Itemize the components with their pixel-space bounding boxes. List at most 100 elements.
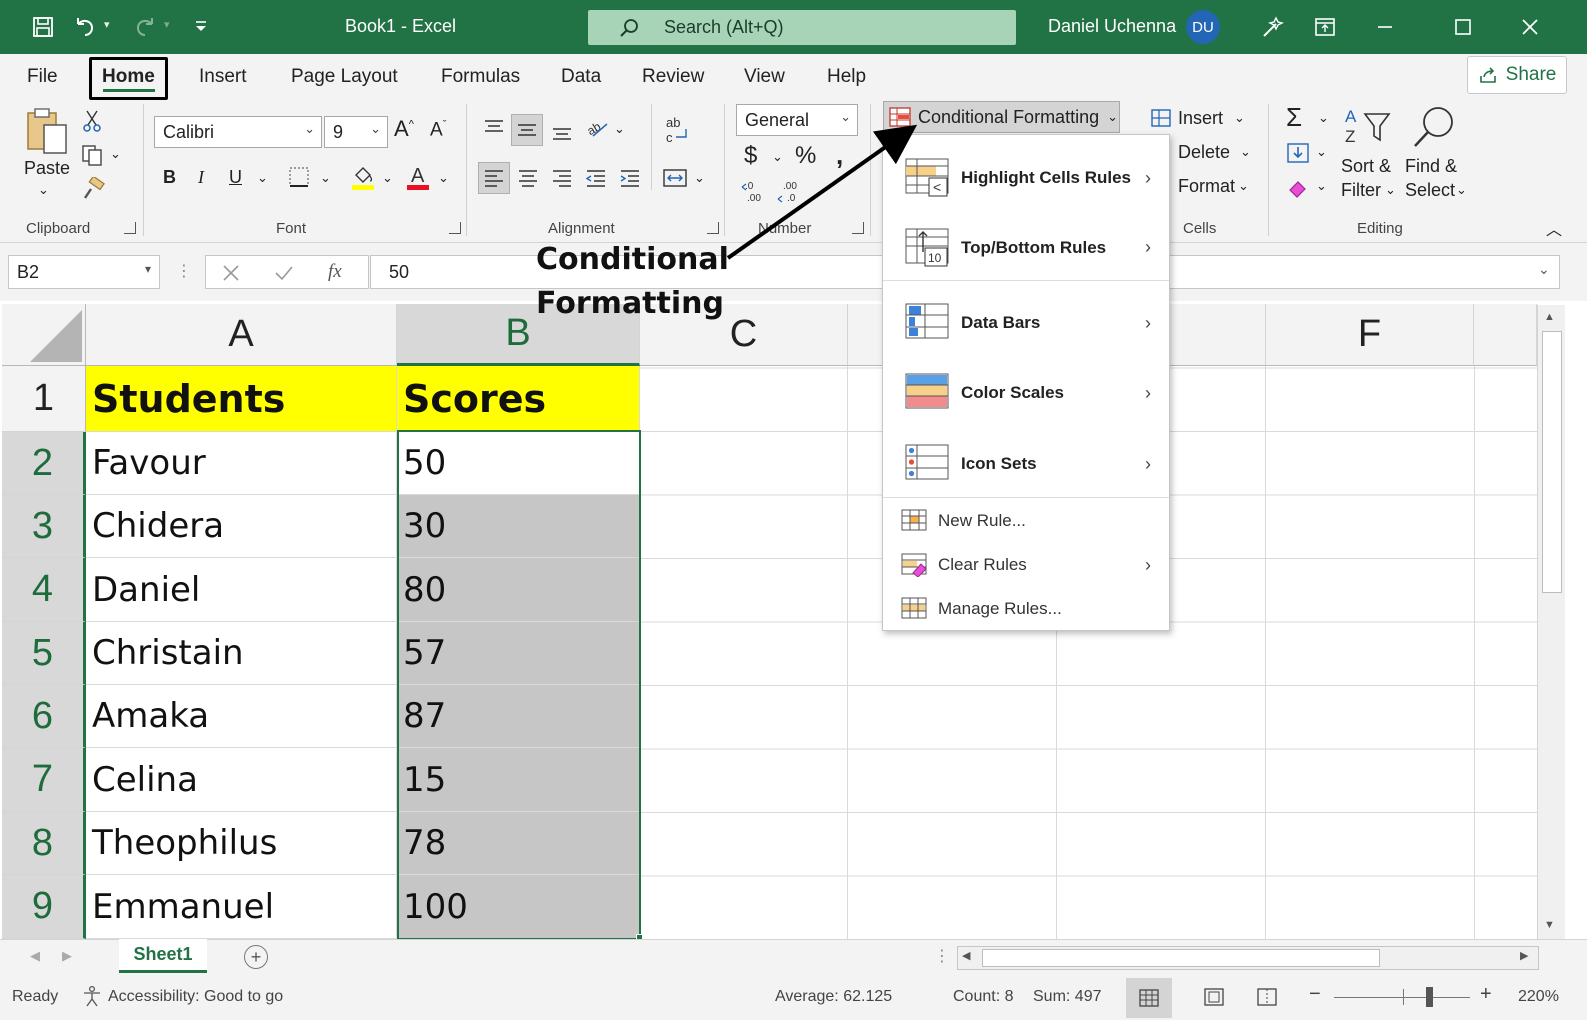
clear-eraser-icon[interactable] bbox=[1285, 174, 1311, 200]
paste-label[interactable]: Paste bbox=[24, 158, 70, 179]
borders-dropdown-icon[interactable]: ⌄ bbox=[320, 170, 331, 186]
format-painter-icon[interactable] bbox=[80, 176, 106, 202]
comma-style-icon[interactable]: , bbox=[836, 140, 843, 171]
decrease-decimal-icon[interactable]: .00.0 bbox=[776, 178, 804, 204]
merge-center-dropdown-icon[interactable]: ⌄ bbox=[694, 170, 705, 186]
page-layout-view-icon[interactable] bbox=[1203, 987, 1225, 1012]
scroll-up-icon[interactable]: ▲ bbox=[1544, 311, 1555, 323]
menu-item-icon-sets[interactable]: Icon Sets › bbox=[883, 431, 1169, 497]
bottom-align-icon[interactable] bbox=[548, 118, 576, 146]
status-count[interactable]: Count: 8 bbox=[953, 988, 1013, 1006]
font-color-icon[interactable]: A bbox=[404, 162, 432, 192]
vertical-scrollbar[interactable]: ▲ ▼ bbox=[1537, 305, 1565, 939]
row-header-6[interactable]: 6 bbox=[2, 685, 86, 748]
underline-icon[interactable]: U bbox=[229, 167, 242, 188]
clipboard-dialog-launcher-icon[interactable] bbox=[124, 222, 136, 234]
row-header-2[interactable]: 2 bbox=[2, 432, 86, 495]
menu-item-manage-rules[interactable]: Manage Rules... bbox=[883, 589, 1169, 629]
scroll-left-icon[interactable]: ◀ bbox=[962, 949, 970, 962]
cell-a9[interactable]: Emmanuel bbox=[86, 875, 397, 939]
tab-data[interactable]: Data bbox=[561, 66, 601, 88]
tab-view[interactable]: View bbox=[744, 66, 785, 88]
ribbon-display-options-icon[interactable] bbox=[1310, 12, 1340, 42]
delete-cells-dropdown-icon[interactable]: ⌄ bbox=[1240, 144, 1251, 160]
redo-dropdown-icon[interactable]: ▾ bbox=[164, 18, 170, 31]
close-icon[interactable] bbox=[1515, 12, 1545, 42]
menu-item-highlight-cells-rules[interactable]: < Highlight Cells Rules › bbox=[883, 147, 1169, 209]
cell-b6[interactable]: 87 bbox=[397, 685, 640, 748]
row-header-1[interactable]: 1 bbox=[2, 366, 86, 432]
status-sum[interactable]: Sum: 497 bbox=[1033, 988, 1101, 1006]
bold-icon[interactable]: B bbox=[163, 167, 176, 188]
scroll-right-icon[interactable]: ▶ bbox=[1520, 949, 1528, 962]
accounting-dropdown-icon[interactable]: ⌄ bbox=[772, 149, 783, 165]
italic-icon[interactable]: I bbox=[198, 167, 204, 188]
cell-b8[interactable]: 78 bbox=[397, 812, 640, 875]
accessibility-icon[interactable] bbox=[80, 984, 104, 1013]
prev-sheet-icon[interactable]: ◀ bbox=[30, 948, 40, 964]
horizontal-scrollbar[interactable]: ◀ ▶ bbox=[957, 946, 1539, 970]
share-button[interactable]: Share bbox=[1467, 56, 1567, 94]
font-size-dropdown-icon[interactable]: ⌄ bbox=[370, 121, 381, 137]
autosum-icon[interactable]: Σ bbox=[1286, 102, 1302, 133]
page-break-view-icon[interactable] bbox=[1256, 987, 1278, 1012]
row-header-5[interactable]: 5 bbox=[2, 622, 86, 685]
align-right-icon[interactable] bbox=[548, 164, 576, 192]
percent-style-icon[interactable]: % bbox=[795, 142, 816, 170]
menu-item-top-bottom-rules[interactable]: 10 Top/Bottom Rules › bbox=[883, 215, 1169, 281]
formula-bar-grip-icon[interactable]: ⋮ bbox=[176, 261, 192, 281]
menu-item-new-rule[interactable]: New Rule... bbox=[883, 501, 1169, 541]
cell-a8[interactable]: Theophilus bbox=[86, 812, 397, 875]
tab-formulas[interactable]: Formulas bbox=[441, 66, 520, 88]
align-left-icon[interactable] bbox=[478, 162, 510, 194]
font-size-combo[interactable]: 9 ⌄ bbox=[324, 116, 388, 148]
horizontal-scroll-thumb[interactable] bbox=[982, 949, 1380, 967]
cell-a3[interactable]: Chidera bbox=[86, 495, 397, 558]
alignment-dialog-launcher-icon[interactable] bbox=[707, 222, 719, 234]
new-sheet-icon[interactable]: + bbox=[244, 945, 268, 969]
paste-icon[interactable] bbox=[22, 106, 72, 158]
cut-icon[interactable] bbox=[80, 108, 104, 134]
collapse-ribbon-icon[interactable]: ︿ bbox=[1546, 216, 1562, 240]
borders-icon[interactable] bbox=[286, 164, 312, 190]
cell-b3[interactable]: 30 bbox=[397, 495, 640, 558]
sort-filter-label-line1[interactable]: Sort & bbox=[1341, 156, 1391, 177]
copy-icon[interactable] bbox=[78, 142, 106, 168]
increase-font-size-icon[interactable]: A^ bbox=[394, 116, 414, 142]
number-format-dropdown-icon[interactable]: ⌄ bbox=[840, 109, 851, 125]
row-header-7[interactable]: 7 bbox=[2, 748, 86, 812]
cell-b7[interactable]: 15 bbox=[397, 748, 640, 812]
status-average[interactable]: Average: 62.125 bbox=[775, 988, 892, 1006]
orientation-icon[interactable]: ab bbox=[583, 114, 611, 142]
user-name[interactable]: Daniel Uchenna bbox=[1048, 16, 1176, 37]
cell-b4[interactable]: 80 bbox=[397, 558, 640, 622]
cell-b2[interactable]: 50 bbox=[397, 432, 640, 495]
find-select-magnifier-icon[interactable] bbox=[1410, 104, 1456, 152]
underline-dropdown-icon[interactable]: ⌄ bbox=[257, 170, 268, 186]
maximize-icon[interactable] bbox=[1448, 12, 1478, 42]
delete-cells-label[interactable]: Delete bbox=[1178, 142, 1230, 163]
fill-color-icon[interactable] bbox=[349, 162, 377, 192]
merge-center-icon[interactable] bbox=[660, 164, 690, 192]
decrease-font-size-icon[interactable]: Aˇ bbox=[430, 119, 446, 141]
sort-filter-dropdown-icon[interactable]: ⌄ bbox=[1385, 182, 1396, 198]
vertical-scroll-thumb[interactable] bbox=[1542, 331, 1562, 593]
fill-color-dropdown-icon[interactable]: ⌄ bbox=[382, 170, 393, 186]
number-dialog-launcher-icon[interactable] bbox=[852, 222, 864, 234]
insert-cells-dropdown-icon[interactable]: ⌄ bbox=[1234, 110, 1245, 126]
next-sheet-icon[interactable]: ▶ bbox=[62, 948, 72, 964]
sheet-tab-sheet1[interactable]: Sheet1 bbox=[119, 939, 207, 973]
tab-home[interactable]: Home bbox=[102, 66, 155, 88]
zoom-slider-thumb[interactable] bbox=[1426, 987, 1433, 1007]
autosum-dropdown-icon[interactable]: ⌄ bbox=[1318, 110, 1329, 126]
top-align-icon[interactable] bbox=[480, 114, 508, 142]
insert-cells-label[interactable]: Insert bbox=[1178, 108, 1223, 129]
avatar[interactable]: DU bbox=[1186, 10, 1220, 44]
format-cells-label[interactable]: Format bbox=[1178, 176, 1235, 197]
designer-wand-icon[interactable] bbox=[1258, 12, 1288, 42]
column-header-g[interactable] bbox=[1474, 304, 1537, 366]
tab-split-grip-icon[interactable]: ⋮ bbox=[934, 946, 950, 966]
name-box[interactable]: B2 ▾ bbox=[8, 255, 160, 289]
cell-a7[interactable]: Celina bbox=[86, 748, 397, 812]
column-header-f[interactable]: F bbox=[1266, 304, 1474, 366]
